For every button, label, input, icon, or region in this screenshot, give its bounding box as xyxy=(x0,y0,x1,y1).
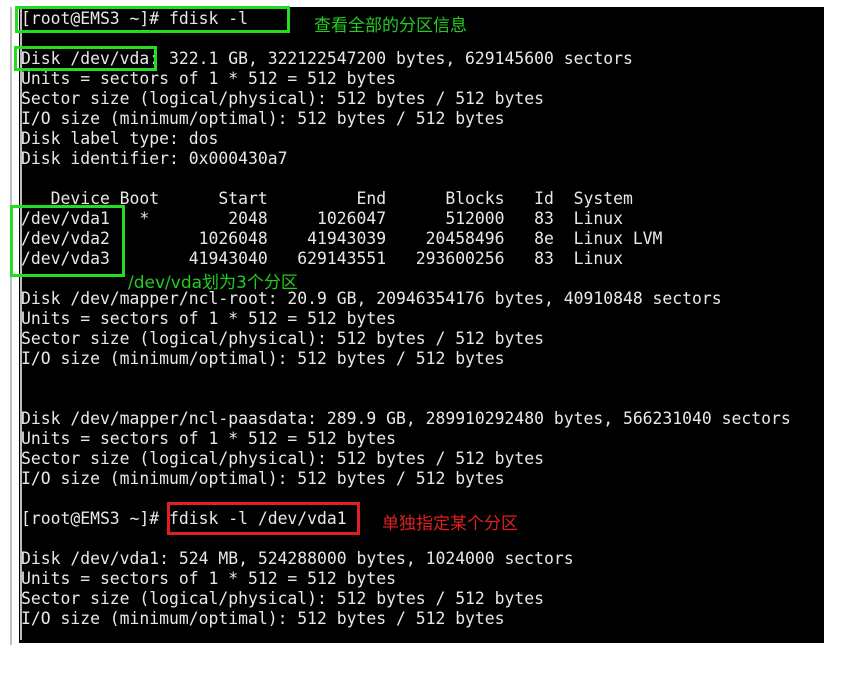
highlight-box-single-command xyxy=(167,502,360,535)
output-line: Disk identifier: 0x000430a7 xyxy=(21,149,288,168)
output-line: Units = sectors of 1 * 512 = 512 bytes xyxy=(21,309,396,328)
output-line: Sector size (logical/physical): 512 byte… xyxy=(21,89,545,108)
output-line: Units = sectors of 1 * 512 = 512 bytes xyxy=(21,429,396,448)
output-line: Units = sectors of 1 * 512 = 512 bytes xyxy=(21,69,396,88)
annotation-view-all: 查看全部的分区信息 xyxy=(314,16,467,36)
output-line: Disk /dev/mapper/ncl-root: 20.9 GB, 2094… xyxy=(21,289,722,308)
output-line: Disk label type: dos xyxy=(21,129,219,148)
output-line: Units = sectors of 1 * 512 = 512 bytes xyxy=(21,569,396,588)
output-line: Disk /dev/vda1: 524 MB, 524288000 bytes,… xyxy=(21,549,574,568)
output-line: Disk /dev/mapper/ncl-paasdata: 289.9 GB,… xyxy=(21,409,791,428)
output-line: I/O size (minimum/optimal): 512 bytes / … xyxy=(21,349,505,368)
left-margin-rule xyxy=(10,7,12,645)
output-line: Sector size (logical/physical): 512 byte… xyxy=(21,329,545,348)
output-line: I/O size (minimum/optimal): 512 bytes / … xyxy=(21,469,505,488)
output-line: Sector size (logical/physical): 512 byte… xyxy=(21,449,545,468)
highlight-box-command xyxy=(15,6,290,33)
highlight-box-disk-vda xyxy=(14,46,157,71)
annotation-vda-partitions: /dev/vda划为3个分区 xyxy=(128,273,298,293)
output-line: Sector size (logical/physical): 512 byte… xyxy=(21,589,545,608)
annotation-single-partition: 单独指定某个分区 xyxy=(382,514,518,534)
output-line: I/O size (minimum/optimal): 512 bytes / … xyxy=(21,109,505,128)
output-line: I/O size (minimum/optimal): 512 bytes / … xyxy=(21,609,505,628)
highlight-box-partitions xyxy=(10,205,125,277)
